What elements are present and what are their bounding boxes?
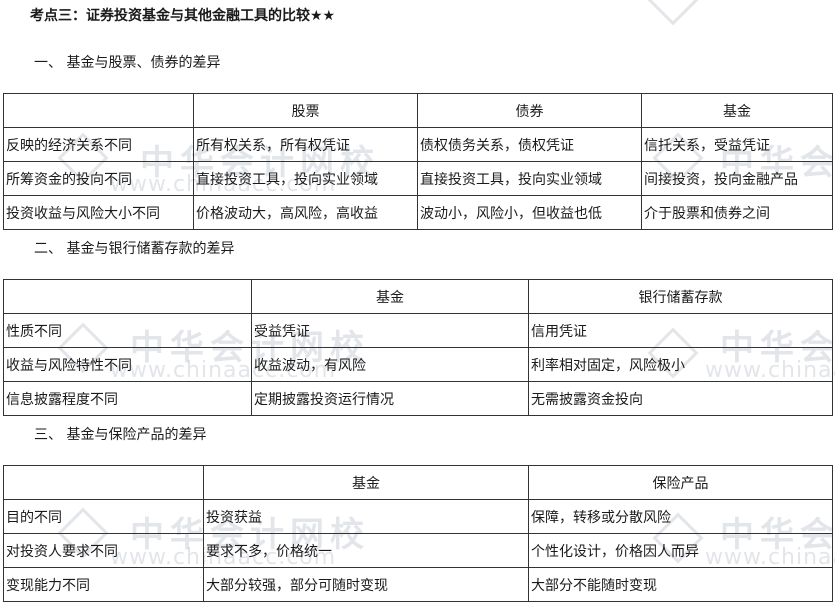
table-cell: 直接投资工具，投向实业领域 <box>417 161 642 196</box>
table-cell: 直接投资工具，投向实业领域 <box>193 161 418 196</box>
table-header-cell: 债券 <box>417 93 642 128</box>
table-row: 对投资人要求不同 要求不多，价格统一 个性化设计，价格因人而异 <box>3 533 833 568</box>
table-cell: 个性化设计，价格因人而异 <box>528 533 833 568</box>
table-cell: 利率相对固定，风险极小 <box>528 347 833 382</box>
table-cell: 信托关系，受益凭证 <box>641 127 833 162</box>
table-header-cell <box>3 93 194 128</box>
table-cell: 所有权关系，所有权凭证 <box>193 127 418 162</box>
table-header-cell: 保险产品 <box>528 465 833 500</box>
table-cell: 定期披露投资运行情况 <box>251 381 529 416</box>
table-cell: 波动小，风险小，但收益也低 <box>417 195 642 230</box>
row-label: 对投资人要求不同 <box>3 533 204 568</box>
row-label: 收益与风险特性不同 <box>3 347 252 382</box>
table-row: 目的不同 投资获益 保障，转移或分散风险 <box>3 499 833 534</box>
table-row: 投资收益与风险大小不同 价格波动大，高风险，高收益 波动小，风险小，但收益也低 … <box>3 195 833 230</box>
watermark-logo-icon <box>647 0 699 26</box>
table-row: 信息披露程度不同 定期披露投资运行情况 无需披露资金投向 <box>3 381 833 416</box>
row-label: 信息披露程度不同 <box>3 381 252 416</box>
table-row: 性质不同 受益凭证 信用凭证 <box>3 313 833 348</box>
page-title: 考点三：证券投资基金与其他金融工具的比较★★ <box>30 8 336 24</box>
row-label: 性质不同 <box>3 313 252 348</box>
table-cell: 介于股票和债券之间 <box>641 195 833 230</box>
table-cell: 要求不多，价格统一 <box>203 533 529 568</box>
row-label: 目的不同 <box>3 499 204 534</box>
table-header-cell: 基金 <box>251 279 529 314</box>
table-cell: 保障，转移或分散风险 <box>528 499 833 534</box>
table-cell: 收益波动，有风险 <box>251 347 529 382</box>
row-label: 投资收益与风险大小不同 <box>3 195 194 230</box>
table-header-cell <box>3 465 204 500</box>
row-label: 反映的经济关系不同 <box>3 127 194 162</box>
table-row: 收益与风险特性不同 收益波动，有风险 利率相对固定，风险极小 <box>3 347 833 382</box>
section-heading-insurance: 三、 基金与保险产品的差异 <box>34 427 207 443</box>
table-header-cell: 股票 <box>193 93 418 128</box>
comparison-table-stock-bond: 股票 债券 基金 反映的经济关系不同 所有权关系，所有权凭证 债权债务关系，债权… <box>3 93 833 230</box>
comparison-table-bank-deposit: 基金 银行储蓄存款 性质不同 受益凭证 信用凭证 收益与风险特性不同 收益波动，… <box>3 279 833 416</box>
row-label: 所筹资金的投向不同 <box>3 161 194 196</box>
table-row: 变现能力不同 大部分较强，部分可随时变现 大部分不能随时变现 <box>3 567 833 602</box>
table-row: 所筹资金的投向不同 直接投资工具，投向实业领域 直接投资工具，投向实业领域 间接… <box>3 161 833 196</box>
comparison-table-insurance: 基金 保险产品 目的不同 投资获益 保障，转移或分散风险 对投资人要求不同 要求… <box>3 465 833 602</box>
table-cell: 大部分不能随时变现 <box>528 567 833 602</box>
table-cell: 投资获益 <box>203 499 529 534</box>
table-cell: 债权债务关系，债权凭证 <box>417 127 642 162</box>
section-heading-bank-deposit: 二、 基金与银行储蓄存款的差异 <box>34 241 235 257</box>
table-cell: 信用凭证 <box>528 313 833 348</box>
table-header-cell: 银行储蓄存款 <box>528 279 833 314</box>
section-heading-stock-bond: 一、 基金与股票、债券的差异 <box>34 55 221 71</box>
table-cell: 无需披露资金投向 <box>528 381 833 416</box>
table-header-cell <box>3 279 252 314</box>
table-row: 反映的经济关系不同 所有权关系，所有权凭证 债权债务关系，债权凭证 信托关系，受… <box>3 127 833 162</box>
table-cell: 价格波动大，高风险，高收益 <box>193 195 418 230</box>
table-cell: 间接投资，投向金融产品 <box>641 161 833 196</box>
table-cell: 受益凭证 <box>251 313 529 348</box>
table-cell: 大部分较强，部分可随时变现 <box>203 567 529 602</box>
table-header-cell: 基金 <box>641 93 833 128</box>
row-label: 变现能力不同 <box>3 567 204 602</box>
table-header-cell: 基金 <box>203 465 529 500</box>
